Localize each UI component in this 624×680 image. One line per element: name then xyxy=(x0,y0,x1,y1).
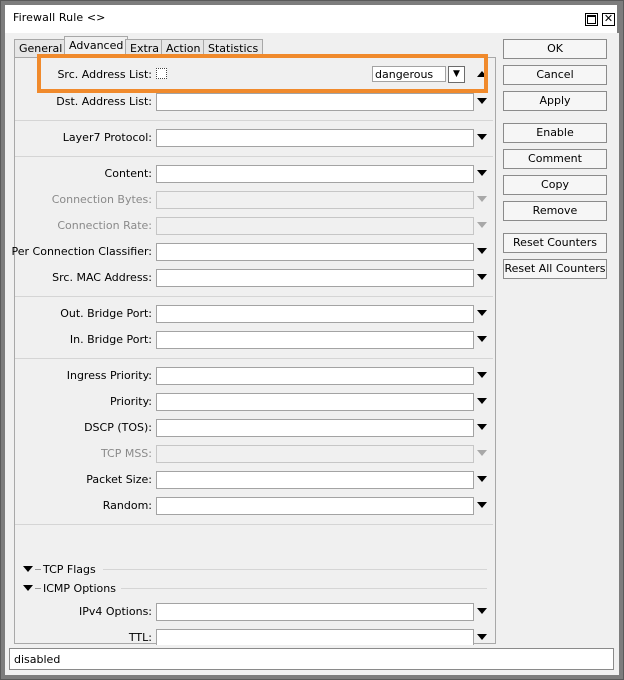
out-bridge-port-row: Out. Bridge Port: xyxy=(15,305,493,323)
maximize-icon[interactable] xyxy=(585,13,598,26)
ingress-priority-row: Ingress Priority: xyxy=(15,367,493,385)
expand-down-icon xyxy=(477,450,487,456)
in-bridge-port-input[interactable] xyxy=(156,331,474,349)
random-input[interactable] xyxy=(156,497,474,515)
random-label: Random: xyxy=(102,499,152,512)
divider xyxy=(121,588,487,589)
dst-address-list-input[interactable] xyxy=(156,93,474,111)
ipv4-options-label: IPv4 Options: xyxy=(78,605,152,618)
packet-size-label: Packet Size: xyxy=(86,473,152,486)
layer7-protocol-input[interactable] xyxy=(156,129,474,147)
reset-all-counters-button[interactable]: Reset All Counters xyxy=(503,259,607,279)
enable-button[interactable]: Enable xyxy=(503,123,607,143)
expand-down-icon[interactable] xyxy=(477,310,487,316)
ttl-label: TTL: xyxy=(128,631,152,644)
priority-input[interactable] xyxy=(156,393,474,411)
divider xyxy=(15,358,493,359)
divider xyxy=(35,569,41,570)
dst-address-list-label: Dst. Address List: xyxy=(56,95,152,108)
per-connection-classifier-row: Per Connection Classifier: xyxy=(11,243,493,261)
in-bridge-port-row: In. Bridge Port: xyxy=(15,331,493,349)
content-label: Content: xyxy=(104,167,152,180)
collapse-arrow-icon[interactable] xyxy=(23,585,33,591)
packet-size-input[interactable] xyxy=(156,471,474,489)
cancel-button[interactable]: Cancel xyxy=(503,65,607,85)
expand-down-icon[interactable] xyxy=(477,476,487,482)
dscp-tos-input[interactable] xyxy=(156,419,474,437)
connection-rate-row: Connection Rate: xyxy=(15,217,493,235)
tcp-mss-row: TCP MSS: xyxy=(15,445,493,463)
expand-down-icon[interactable] xyxy=(477,502,487,508)
layer7-protocol-label: Layer7 Protocol: xyxy=(62,131,152,144)
connection-rate-label: Connection Rate: xyxy=(57,219,152,232)
divider xyxy=(15,296,493,297)
per-connection-classifier-input[interactable] xyxy=(156,243,474,261)
status-bar: disabled xyxy=(5,645,619,675)
tcp-mss-label: TCP MSS: xyxy=(100,447,152,460)
apply-button[interactable]: Apply xyxy=(503,91,607,111)
dst-address-list-row: Dst. Address List: xyxy=(15,93,493,111)
divider xyxy=(103,569,487,570)
collapse-arrow-icon[interactable] xyxy=(23,566,33,572)
expand-down-icon[interactable] xyxy=(477,274,487,280)
expand-down-icon[interactable] xyxy=(477,336,487,342)
expand-down-icon[interactable] xyxy=(477,634,487,640)
status-text: disabled xyxy=(9,648,614,670)
src-mac-address-label: Src. MAC Address: xyxy=(52,271,152,284)
random-row: Random: xyxy=(15,497,493,515)
expand-down-icon xyxy=(477,196,487,202)
ipv4-options-row: IPv4 Options: xyxy=(15,603,493,621)
ok-button[interactable]: OK xyxy=(503,39,607,59)
remove-button[interactable]: Remove xyxy=(503,201,607,221)
out-bridge-port-input[interactable] xyxy=(156,305,474,323)
priority-row: Priority: xyxy=(15,393,493,411)
ipv4-options-input[interactable] xyxy=(156,603,474,621)
expand-down-icon[interactable] xyxy=(477,608,487,614)
advanced-tab-panel: Src. Address List: dangerous ▼ Dst. Addr… xyxy=(11,57,496,647)
connection-bytes-input xyxy=(156,191,474,209)
in-bridge-port-label: In. Bridge Port: xyxy=(69,333,152,346)
out-bridge-port-label: Out. Bridge Port: xyxy=(60,307,152,320)
comment-button[interactable]: Comment xyxy=(503,149,607,169)
content-input[interactable] xyxy=(156,165,474,183)
expand-down-icon[interactable] xyxy=(477,248,487,254)
icmp-options-label: ICMP Options xyxy=(43,582,116,595)
highlight-box xyxy=(37,54,488,93)
copy-button[interactable]: Copy xyxy=(503,175,607,195)
window-title: Firewall Rule <> xyxy=(13,11,106,24)
reset-counters-button[interactable]: Reset Counters xyxy=(503,233,607,253)
divider xyxy=(15,524,493,525)
expand-down-icon[interactable] xyxy=(477,134,487,140)
dscp-tos-label: DSCP (TOS): xyxy=(84,421,152,434)
close-icon[interactable]: ✕ xyxy=(602,13,615,26)
src-mac-address-row: Src. MAC Address: xyxy=(15,269,493,287)
priority-label: Priority: xyxy=(109,395,152,408)
expand-down-icon[interactable] xyxy=(477,170,487,176)
tcp-flags-section[interactable]: TCP Flags xyxy=(21,562,487,578)
divider xyxy=(35,588,41,589)
per-connection-classifier-label: Per Connection Classifier: xyxy=(11,245,153,258)
expand-down-icon xyxy=(477,222,487,228)
content-row: Content: xyxy=(15,165,493,183)
connection-bytes-row: Connection Bytes: xyxy=(15,191,493,209)
firewall-rule-window: Firewall Rule <> ✕ General Advanced Extr… xyxy=(0,0,624,680)
src-mac-address-input[interactable] xyxy=(156,269,474,287)
expand-down-icon[interactable] xyxy=(477,398,487,404)
connection-rate-input xyxy=(156,217,474,235)
divider xyxy=(15,156,493,157)
ingress-priority-label: Ingress Priority: xyxy=(66,369,152,382)
tcp-flags-label: TCP Flags xyxy=(43,563,96,576)
layer7-protocol-row: Layer7 Protocol: xyxy=(15,129,493,147)
title-bar[interactable]: Firewall Rule <> ✕ xyxy=(5,5,617,33)
expand-down-icon[interactable] xyxy=(477,424,487,430)
tcp-mss-input xyxy=(156,445,474,463)
expand-down-icon[interactable] xyxy=(477,98,487,104)
divider xyxy=(15,120,493,121)
connection-bytes-label: Connection Bytes: xyxy=(51,193,152,206)
dscp-tos-row: DSCP (TOS): xyxy=(15,419,493,437)
icmp-options-section[interactable]: ICMP Options xyxy=(21,581,487,597)
ingress-priority-input[interactable] xyxy=(156,367,474,385)
packet-size-row: Packet Size: xyxy=(15,471,493,489)
expand-down-icon[interactable] xyxy=(477,372,487,378)
